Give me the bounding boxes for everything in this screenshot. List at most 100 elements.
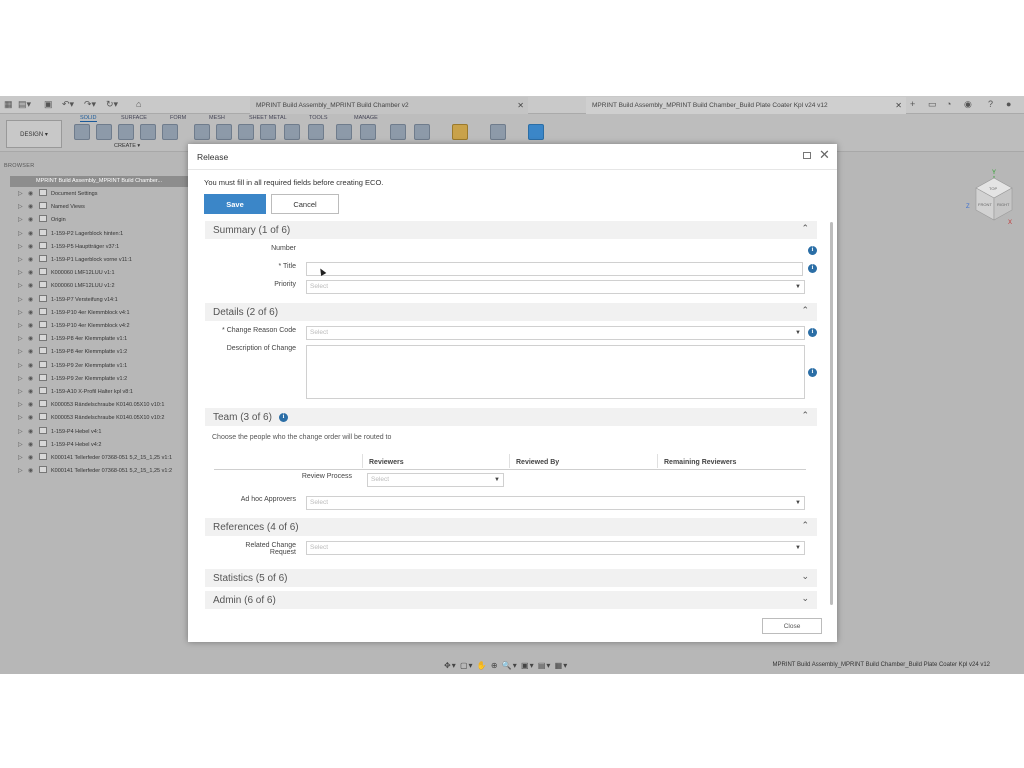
visibility-eye-icon[interactable]: ◉ <box>28 188 39 201</box>
refresh-icon[interactable]: ↻▾ <box>106 99 118 110</box>
new-tab-icon[interactable]: + <box>910 99 915 109</box>
browser-item[interactable]: ▷ ◉ 1-159-P5 Hauptträger v37:1 <box>18 241 119 254</box>
visibility-eye-icon[interactable]: ◉ <box>28 228 39 241</box>
browser-header[interactable]: BROWSER <box>4 163 35 169</box>
expand-triangle-icon[interactable]: ▷ <box>18 360 28 373</box>
cancel-button[interactable]: Cancel <box>271 194 339 214</box>
chevron-up-icon[interactable]: ⌃ <box>801 305 809 316</box>
expand-triangle-icon[interactable]: ▷ <box>18 228 28 241</box>
browser-item[interactable]: ▷ ◉ Named Views <box>18 201 85 214</box>
viewcube[interactable]: Y TOP FRONT RIGHT Z X <box>964 168 1014 228</box>
browser-item[interactable]: ▷ ◉ 1-159-P8 4er Klemmplatte v1:2 <box>18 346 127 359</box>
visibility-eye-icon[interactable]: ◉ <box>28 333 39 346</box>
browser-item[interactable]: ▷ ◉ K000141 Tellerfeder 07368-051 5,2_15_1… <box>18 465 172 478</box>
tab-solid[interactable]: SOLID <box>80 115 97 122</box>
close-icon[interactable]: ✕ <box>819 148 830 162</box>
browser-item[interactable]: ▷ ◉ Origin <box>18 214 66 227</box>
expand-triangle-icon[interactable]: ▷ <box>18 280 28 293</box>
modify-icon[interactable] <box>194 124 210 140</box>
section-details-header[interactable]: Details (2 of 6) ⌃ <box>205 303 817 321</box>
visibility-eye-icon[interactable]: ◉ <box>28 241 39 254</box>
browser-item[interactable]: ▷ ◉ 1-159-P10 4er Klemmblock v4:1 <box>18 307 130 320</box>
expand-triangle-icon[interactable]: ▷ <box>18 439 28 452</box>
info-icon[interactable]: i <box>808 246 817 255</box>
priority-select[interactable]: Select ▼ <box>306 280 805 294</box>
close-tab-icon[interactable]: ✕ <box>895 97 902 114</box>
visibility-eye-icon[interactable]: ◉ <box>28 307 39 320</box>
select-icon[interactable] <box>528 124 544 140</box>
sweep-icon[interactable] <box>140 124 156 140</box>
visibility-eye-icon[interactable]: ◉ <box>28 399 39 412</box>
save-icon[interactable]: ▣ <box>44 99 53 110</box>
visibility-eye-icon[interactable]: ◉ <box>28 386 39 399</box>
expand-triangle-icon[interactable]: ▷ <box>18 412 28 425</box>
section-admin-header[interactable]: Admin (6 of 6) ⌄ <box>205 591 817 609</box>
chat-icon[interactable]: ▭ <box>928 99 937 110</box>
info-icon[interactable]: i <box>808 368 817 377</box>
navigation-tools[interactable]: ✥▾ ▢▾ ✋ ⊕ 🔍▾ ▣▾ ▤▾ ▦▾ <box>444 661 568 670</box>
browser-item[interactable]: ▷ ◉ 1-159-P1 Lagerblock vorne v11:1 <box>18 254 132 267</box>
expand-triangle-icon[interactable]: ▷ <box>18 214 28 227</box>
expand-triangle-icon[interactable]: ▷ <box>18 452 28 465</box>
section-references-header[interactable]: References (4 of 6) ⌃ <box>205 518 817 536</box>
chevron-up-icon[interactable]: ⌃ <box>801 410 809 421</box>
browser-item[interactable]: ▷ ◉ K000141 Tellerfeder 07368-051 5,2_15_1… <box>18 452 172 465</box>
visibility-eye-icon[interactable]: ◉ <box>28 412 39 425</box>
revolve-icon[interactable] <box>118 124 134 140</box>
browser-item[interactable]: ▷ ◉ K000053 Rändelschraube K0140.05X10 v10… <box>18 399 164 412</box>
section-summary-header[interactable]: Summary (1 of 6) ⌃ <box>205 221 817 239</box>
browser-item[interactable]: ▷ ◉ 1-159-P7 Versteifung v14:1 <box>18 294 118 307</box>
section-statistics-header[interactable]: Statistics (5 of 6) ⌄ <box>205 569 817 587</box>
expand-triangle-icon[interactable]: ▷ <box>18 399 28 412</box>
expand-triangle-icon[interactable]: ▷ <box>18 465 28 478</box>
browser-item[interactable]: ▷ ◉ 1-159-P9 2er Klemmplatte v1:2 <box>18 373 127 386</box>
document-tab-2[interactable]: MPRINT Build Assembly_MPRINT Build Chamb… <box>586 97 906 114</box>
visibility-eye-icon[interactable]: ◉ <box>28 294 39 307</box>
press-pull-icon[interactable] <box>284 124 300 140</box>
section-team-header[interactable]: Team (3 of 6) i ⌃ <box>205 408 817 426</box>
visibility-eye-icon[interactable]: ◉ <box>28 465 39 478</box>
info-icon[interactable]: i <box>279 413 288 422</box>
maximize-icon[interactable] <box>803 152 811 159</box>
tab-mesh[interactable]: MESH <box>209 115 225 121</box>
expand-triangle-icon[interactable]: ▷ <box>18 426 28 439</box>
title-input[interactable] <box>306 262 803 276</box>
expand-triangle-icon[interactable]: ▷ <box>18 201 28 214</box>
expand-triangle-icon[interactable]: ▷ <box>18 241 28 254</box>
job-status-icon[interactable]: ◔ <box>946 99 951 109</box>
browser-item[interactable]: ▷ ◉ 1-159-P4 Hebel v4:1 <box>18 426 101 439</box>
construct-icon[interactable] <box>390 124 406 140</box>
expand-triangle-icon[interactable]: ▷ <box>18 188 28 201</box>
info-icon[interactable]: i <box>808 264 817 273</box>
visibility-eye-icon[interactable]: ◉ <box>28 452 39 465</box>
expand-triangle-icon[interactable]: ▷ <box>18 386 28 399</box>
tab-form[interactable]: FORM <box>170 115 186 121</box>
review-process-select[interactable]: Select ▼ <box>367 473 504 487</box>
expand-triangle-icon[interactable]: ▷ <box>18 346 28 359</box>
browser-item[interactable]: ▷ ◉ K000060 LMF12LUU v1:2 <box>18 280 115 293</box>
close-button[interactable]: Close <box>762 618 822 634</box>
close-tab-icon[interactable]: ✕ <box>517 97 524 114</box>
visibility-eye-icon[interactable]: ◉ <box>28 373 39 386</box>
expand-triangle-icon[interactable]: ▷ <box>18 307 28 320</box>
visibility-eye-icon[interactable]: ◉ <box>28 201 39 214</box>
browser-item[interactable]: ▷ ◉ 1-159-P9 2er Klemmplatte v1:1 <box>18 360 127 373</box>
expand-triangle-icon[interactable]: ▷ <box>18 294 28 307</box>
browser-item[interactable]: ▷ ◉ K000060 LMF12LUU v1:1 <box>18 267 115 280</box>
form-icon[interactable] <box>162 124 178 140</box>
measure-icon[interactable] <box>452 124 468 140</box>
expand-triangle-icon[interactable]: ▷ <box>18 254 28 267</box>
expand-triangle-icon[interactable]: ▷ <box>18 333 28 346</box>
expand-triangle-icon[interactable]: ▷ <box>18 267 28 280</box>
undo-icon[interactable]: ↶▾ <box>62 99 74 110</box>
inspect-icon[interactable] <box>414 124 430 140</box>
tab-sheet-metal[interactable]: SHEET METAL <box>249 115 287 121</box>
file-menu-icon[interactable]: ▤▾ <box>18 99 31 110</box>
browser-item[interactable]: ▷ ◉ 1-159-P8 4er Klemmplatte v1:1 <box>18 333 127 346</box>
visibility-eye-icon[interactable]: ◉ <box>28 346 39 359</box>
save-button[interactable]: Save <box>204 194 266 214</box>
tab-tools[interactable]: TOOLS <box>309 115 328 121</box>
info-icon[interactable]: i <box>808 328 817 337</box>
visibility-eye-icon[interactable]: ◉ <box>28 360 39 373</box>
browser-item[interactable]: ▷ ◉ 1-159-A10 X-Profil Halter kpl v8:1 <box>18 386 133 399</box>
